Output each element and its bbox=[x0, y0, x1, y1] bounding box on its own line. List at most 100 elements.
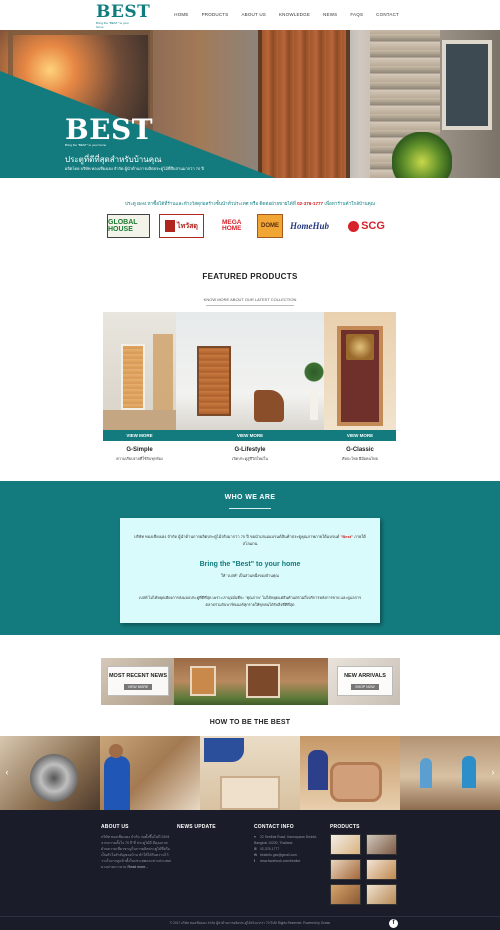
nav-home[interactable]: HOME bbox=[174, 12, 188, 17]
footer-facebook[interactable]: f www.facebook.com/bestbe bbox=[254, 858, 324, 864]
hero-side-window bbox=[442, 40, 492, 130]
product-thumbnail[interactable] bbox=[330, 884, 361, 905]
footer-read-more-link[interactable]: Read more... bbox=[128, 865, 149, 869]
main-nav: HOME PRODUCTS ABOUT US KNOWLEDGE NEWS FA… bbox=[174, 12, 399, 17]
view-more-news-button[interactable]: VIEW MORE bbox=[123, 683, 153, 690]
chair-illustration bbox=[254, 390, 284, 422]
featured-products-subtitle: KNOW MORE ABOUT OUR LATEST COLLECTION bbox=[203, 297, 297, 302]
nav-contact[interactable]: CONTACT bbox=[376, 12, 399, 17]
gallery-image-carving[interactable] bbox=[200, 736, 300, 810]
partners-text: ประตู Best หาซื้อได้ที่ร้านและห้างวัสดุก… bbox=[0, 201, 500, 208]
chevron-left-icon[interactable]: ‹ bbox=[3, 767, 11, 777]
how-to-be-the-best-title: HOW TO BE THE BEST bbox=[209, 719, 291, 726]
product-card-g-lifestyle[interactable]: VIEW MORE bbox=[176, 312, 324, 441]
process-gallery bbox=[0, 736, 500, 810]
logo-text: BEST bbox=[96, 2, 151, 22]
recent-news-card[interactable]: MOST RECENT NEWS VIEW MORE bbox=[107, 666, 169, 696]
shop-now-button[interactable]: SHOP NOW bbox=[351, 683, 379, 690]
footer-contact-title: CONTACT INFO bbox=[254, 824, 294, 830]
who-paragraph-mission: เบสท์ ไม่ได้หยุดเพียงการส่งมอบประตูที่ดี… bbox=[138, 596, 362, 607]
who-brand-name: "Best" bbox=[340, 534, 353, 539]
product-thumbnail[interactable] bbox=[330, 859, 361, 880]
footer-facebook-text: www.facebook.com/bestbe bbox=[260, 859, 301, 863]
scg-label: SCG bbox=[361, 220, 385, 232]
dome-logo[interactable]: DOME bbox=[257, 214, 283, 238]
factory-worker-illustration bbox=[462, 756, 476, 788]
product-name-g-classic[interactable]: G-Classic bbox=[324, 447, 396, 453]
partners-phone[interactable]: 02-376-1777 bbox=[297, 201, 323, 206]
gallery-image-craftsman[interactable] bbox=[300, 736, 400, 810]
product-image bbox=[103, 312, 176, 430]
partners-text-main: ประตู Best หาซื้อได้ที่ร้านและห้างวัสดุก… bbox=[124, 201, 296, 206]
gallery-image-factory[interactable] bbox=[400, 736, 500, 810]
recent-news-title: MOST RECENT NEWS bbox=[108, 672, 168, 679]
door-illustration bbox=[153, 334, 173, 414]
megahome-logo[interactable]: MEGA HOME bbox=[222, 214, 249, 238]
view-more-button[interactable]: VIEW MORE bbox=[324, 430, 396, 441]
who-we-are-title: WHO WE ARE bbox=[224, 494, 276, 501]
product-image bbox=[324, 312, 396, 430]
dome-label: DOME bbox=[261, 223, 279, 229]
scg-logo[interactable]: SCG bbox=[342, 214, 391, 238]
hero-logo-text: BEST bbox=[65, 113, 154, 146]
footer-phone-text: 02-376-1777 bbox=[260, 847, 280, 851]
footer-email-text: bestinfo.gss@gmail.com bbox=[260, 853, 297, 857]
product-thumbnail[interactable] bbox=[330, 834, 361, 855]
product-name-g-simple[interactable]: G-Simple bbox=[103, 447, 176, 453]
nav-faqs[interactable]: FAQS bbox=[350, 12, 363, 17]
site-header: BEST Bring the "BEST" to your home HOME … bbox=[0, 0, 500, 30]
footer-about-body: บริษัท ทองเชียงเฮง จำกัด ก่อตั้งขึ้นในปี… bbox=[101, 835, 171, 869]
hero-wooden-door bbox=[258, 30, 350, 178]
megahome-label: MEGA HOME bbox=[222, 219, 242, 232]
scg-circle-icon bbox=[348, 220, 360, 232]
best-logo[interactable]: BEST Bring the "BEST" to your home bbox=[96, 2, 151, 30]
nav-knowledge[interactable]: KNOWLEDGE bbox=[279, 12, 310, 17]
worker-illustration bbox=[104, 756, 130, 810]
gallery-image-machine[interactable] bbox=[0, 736, 100, 810]
who-slogan-heading: Bring the "Best" to your home bbox=[199, 561, 301, 568]
footer-address-text: 22 Serithai Road, Kannayaow District, Ba… bbox=[254, 835, 318, 845]
footer-contact-info: ⌖ 22 Serithai Road, Kannayaow District, B… bbox=[254, 834, 324, 864]
promo-image-house bbox=[174, 658, 328, 705]
view-more-button[interactable]: VIEW MORE bbox=[176, 430, 324, 441]
machine-drum-illustration bbox=[30, 754, 78, 802]
gallery-image-worker[interactable] bbox=[100, 736, 200, 810]
footer-address: ⌖ 22 Serithai Road, Kannayaow District, B… bbox=[254, 834, 324, 846]
who-intro-text: บริษัท ทองเชียงเฮง จำกัด ผู้นำด้านการผลิ… bbox=[134, 534, 340, 539]
door-glass-illustration bbox=[346, 334, 374, 360]
partner-logos: GLOBAL HOUSE ไทวัสดุ MEGA HOME DOME Home… bbox=[107, 214, 391, 238]
new-arrivals-title: NEW ARRIVALS bbox=[344, 672, 386, 679]
product-card-g-classic[interactable]: VIEW MORE bbox=[324, 312, 396, 441]
who-we-are-card: บริษัท ทองเชียงเฮง จำกัด ผู้นำด้านการผลิ… bbox=[120, 518, 380, 623]
footer-about-title: ABOUT US bbox=[101, 824, 129, 830]
partners-text-after: เพื่อหาร้านค้าใกล้บ้านคุณ bbox=[324, 201, 376, 206]
house-door-illustration bbox=[246, 664, 280, 698]
product-card-g-simple[interactable]: VIEW MORE bbox=[103, 312, 176, 441]
nav-about-us[interactable]: ABOUT US bbox=[241, 12, 266, 17]
thaiwatsadu-logo[interactable]: ไทวัสดุ bbox=[159, 214, 204, 238]
door-illustration bbox=[197, 346, 231, 416]
view-more-button[interactable]: VIEW MORE bbox=[103, 430, 176, 441]
product-desc-g-lifestyle: เปิดประตูสู่ชีวิตใหม่ใน bbox=[232, 457, 268, 461]
carver-arm-illustration bbox=[204, 738, 244, 762]
homehub-label: HomeHub bbox=[289, 221, 329, 231]
hero-subtitle: ผลิตโดย บริษัท ทองเชียงเฮง จำกัด ผู้นำด้… bbox=[65, 166, 204, 171]
global-house-logo[interactable]: GLOBAL HOUSE bbox=[107, 214, 150, 238]
nav-products[interactable]: PRODUCTS bbox=[202, 12, 229, 17]
nav-news[interactable]: NEWS bbox=[323, 12, 337, 17]
who-paragraph-intro: บริษัท ทองเชียงเฮง จำกัด ผู้นำด้านการผลิ… bbox=[132, 533, 368, 547]
promo-strip: MOST RECENT NEWS VIEW MORE NEW ARRIVALS … bbox=[101, 658, 400, 705]
homehub-logo[interactable]: HomeHub bbox=[287, 214, 332, 238]
who-we-are-section: WHO WE ARE บริษัท ทองเชียงเฮง จำกัด ผู้น… bbox=[0, 481, 500, 635]
featured-products-title: FEATURED PRODUCTS bbox=[202, 272, 298, 281]
chevron-right-icon[interactable]: › bbox=[489, 767, 497, 777]
product-thumbnail[interactable] bbox=[366, 834, 397, 855]
facebook-icon[interactable]: f bbox=[389, 919, 398, 928]
footer-about-text: บริษัท ทองเชียงเฮง จำกัด ก่อตั้งขึ้นในปี… bbox=[101, 834, 171, 870]
product-thumbnail[interactable] bbox=[366, 884, 397, 905]
door-illustration bbox=[121, 344, 145, 410]
product-thumbnail[interactable] bbox=[366, 859, 397, 880]
new-arrivals-card[interactable]: NEW ARRIVALS SHOP NOW bbox=[337, 666, 393, 696]
hero-plants bbox=[392, 132, 452, 178]
product-name-g-lifestyle[interactable]: G-Lifestyle bbox=[176, 447, 324, 453]
